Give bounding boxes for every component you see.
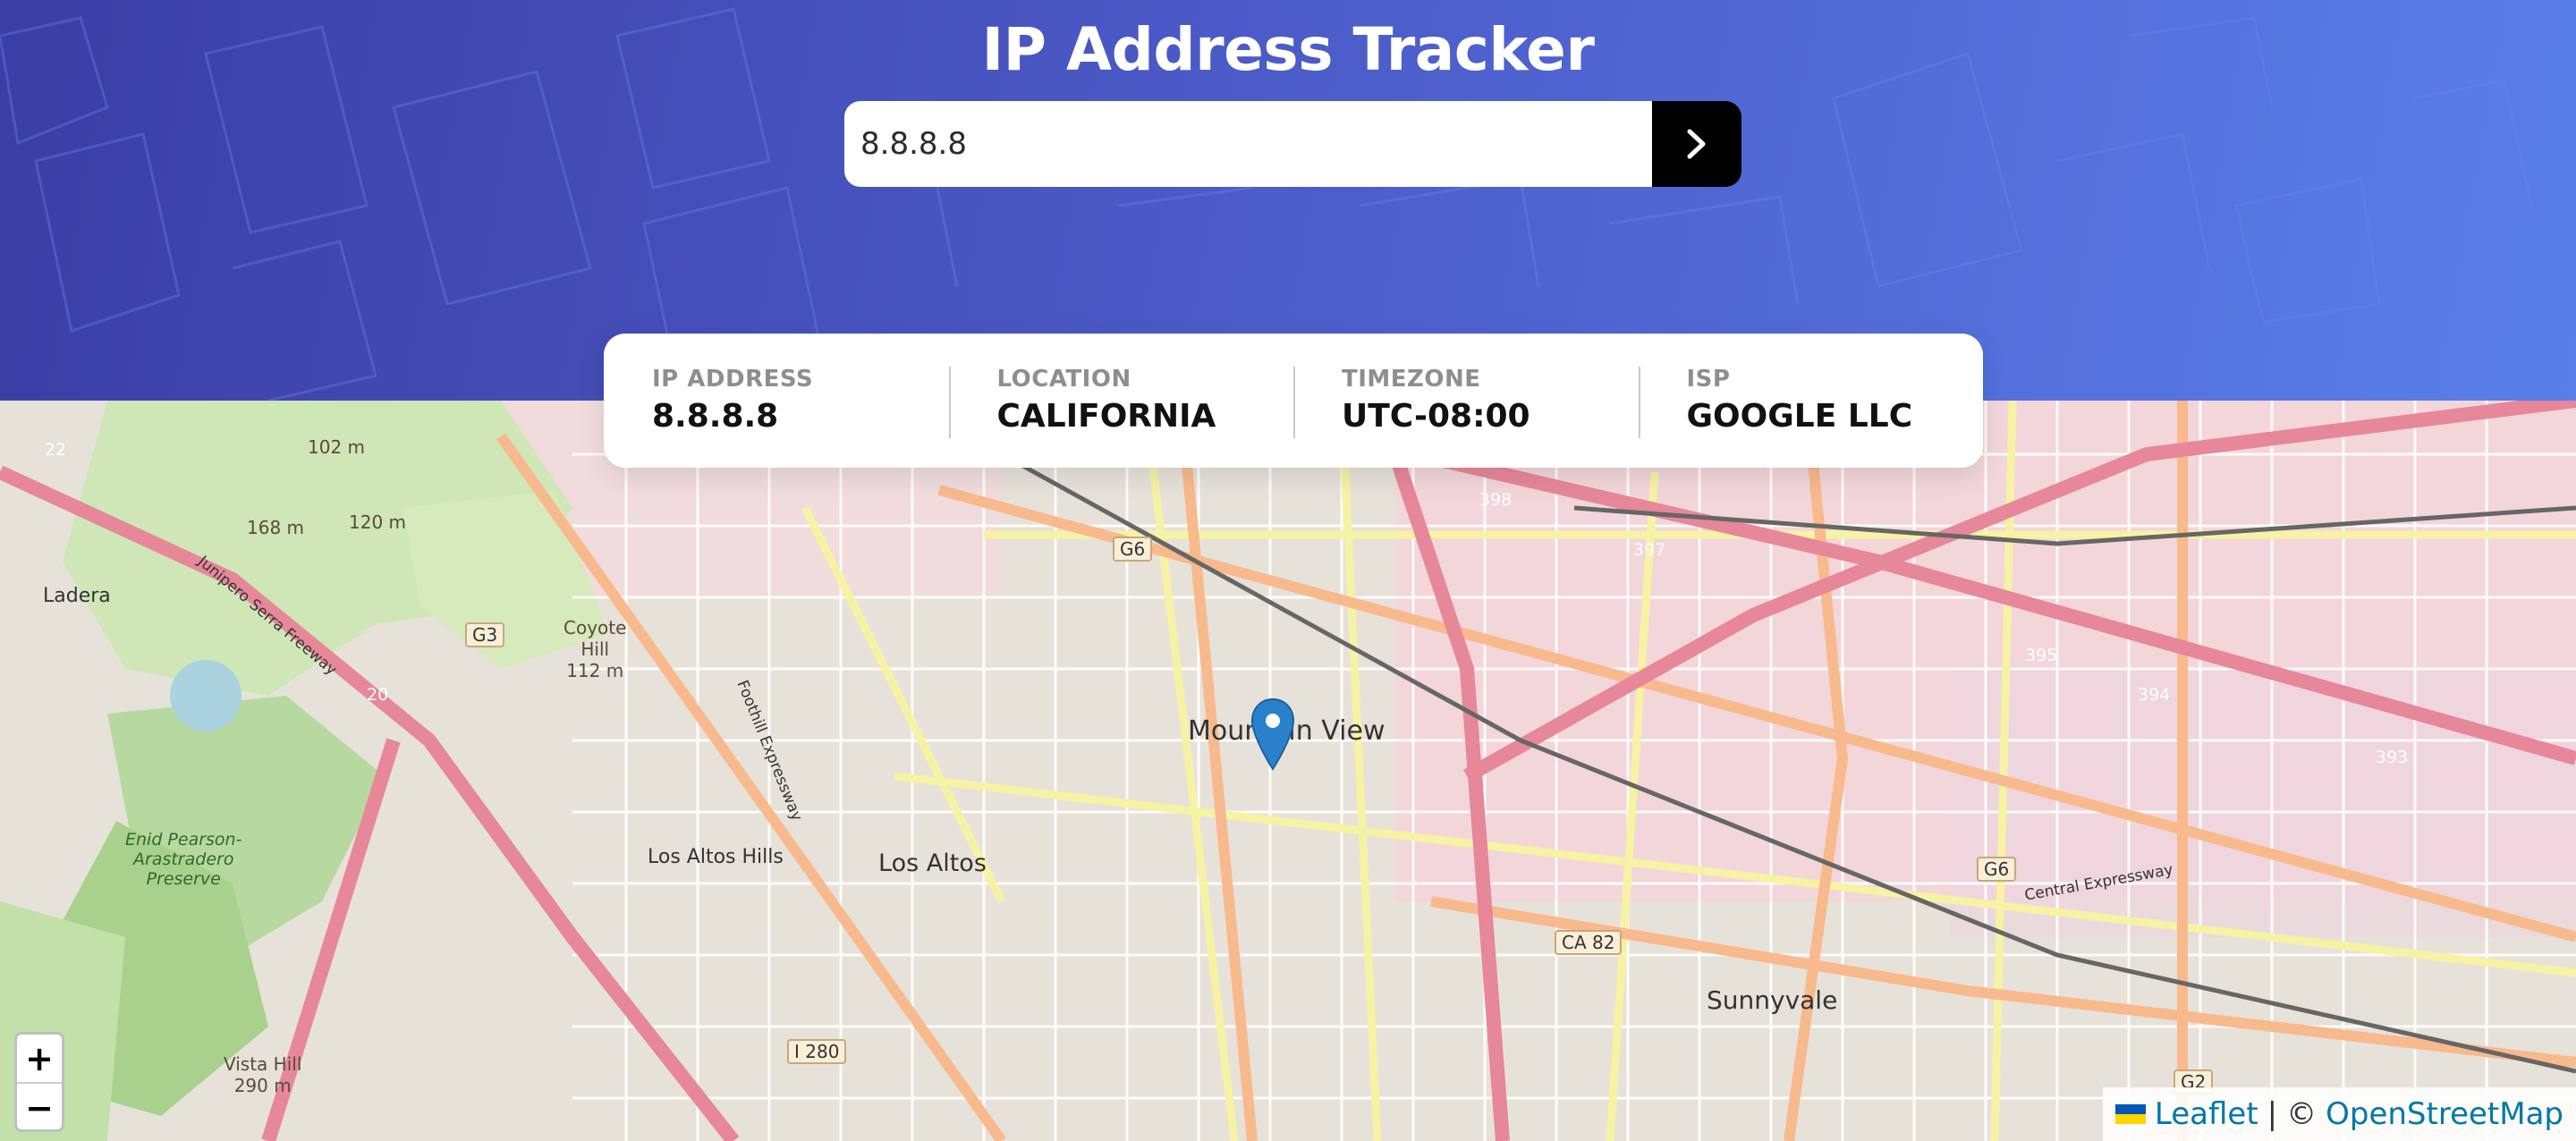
map-label-peak: Coyote Hill 112 m — [564, 617, 627, 681]
map-attribution: Leaflet | © OpenStreetMap — [2102, 1087, 2576, 1141]
stat-isp: ISP GOOGLE LLC — [1638, 334, 1984, 468]
map-label-place: Ladera — [43, 585, 111, 607]
openstreetmap-link[interactable]: OpenStreetMap — [2326, 1096, 2563, 1132]
leaflet-link[interactable]: Leaflet — [2155, 1096, 2258, 1132]
stat-value: UTC-08:00 — [1342, 398, 1530, 435]
search-bar — [844, 101, 1653, 187]
search-input[interactable] — [844, 101, 1653, 187]
route-shield: I 280 — [787, 1039, 847, 1064]
route-shield: G6 — [1977, 857, 2017, 882]
map-label-peak: 120 m — [349, 511, 407, 533]
route-number: 394 — [2138, 685, 2171, 705]
route-number: 20 — [367, 685, 389, 705]
attribution-separator: | — [2267, 1096, 2278, 1132]
zoom-control: + − — [14, 1032, 64, 1132]
zoom-in-button[interactable]: + — [17, 1035, 62, 1082]
map-label-peak: 168 m — [247, 517, 305, 538]
location-marker-icon[interactable] — [1250, 697, 1295, 774]
page-title: IP Address Tracker — [981, 15, 1595, 84]
stat-timezone: TIMEZONE UTC-08:00 — [1293, 334, 1639, 468]
map-label-peak: Vista Hill 290 m — [224, 1053, 302, 1096]
stat-value: 8.8.8.8 — [652, 398, 779, 435]
chevron-right-icon — [1687, 129, 1706, 159]
route-shield: CA 82 — [1555, 930, 1623, 955]
route-shield: G3 — [465, 622, 505, 647]
search-submit-button[interactable] — [1652, 101, 1741, 187]
stat-value: GOOGLE LLC — [1686, 398, 1913, 435]
route-number: 395 — [2025, 646, 2058, 665]
map-label-park: Enid Pearson- Arastradero Preserve — [125, 830, 242, 889]
route-number: 398 — [1479, 490, 1513, 510]
route-number: 22 — [45, 440, 67, 460]
copyright-symbol: © — [2286, 1096, 2318, 1132]
stat-location: LOCATION CALIFORNIA — [948, 334, 1294, 468]
ukraine-flag-icon — [2114, 1104, 2146, 1124]
map-label-city: Sunnyvale — [1707, 985, 1838, 1015]
stat-label: ISP — [1686, 366, 1731, 393]
route-shield: G6 — [1113, 537, 1153, 562]
route-number: 393 — [2376, 748, 2409, 767]
map-label-peak: 102 m — [308, 436, 366, 458]
stat-value: CALIFORNIA — [996, 398, 1216, 435]
stat-ip-address: IP ADDRESS 8.8.8.8 — [604, 334, 949, 468]
map-label-city: Los Altos — [878, 849, 987, 877]
stat-label: IP ADDRESS — [652, 366, 814, 393]
stat-label: LOCATION — [996, 366, 1131, 393]
stat-label: TIMEZONE — [1342, 366, 1481, 393]
map-label-place: Los Altos Hills — [648, 846, 784, 868]
ip-info-card: IP ADDRESS 8.8.8.8 LOCATION CALIFORNIA T… — [604, 334, 1983, 468]
zoom-out-button[interactable]: − — [17, 1082, 62, 1131]
route-number: 397 — [1633, 540, 1666, 560]
